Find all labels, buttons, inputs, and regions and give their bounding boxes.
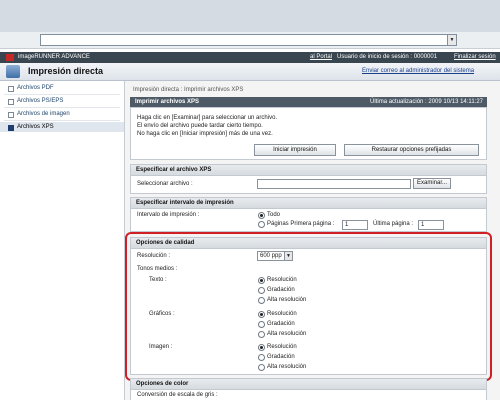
grayscale-conversion-label: Conversión de escala de gris : [137, 392, 218, 398]
first-page-input[interactable]: 1 [342, 220, 368, 230]
login-user-info: Usuario de inicio de sesión : 0000001 [337, 54, 438, 60]
range-section-title: Especificar intervalo de impresión [136, 200, 234, 206]
print-panel-title: Imprimir archivos XPS [135, 99, 200, 105]
instruction-line-3: No haga clic en [Iniciar impresión] más … [137, 131, 273, 137]
divider [4, 120, 120, 121]
file-section-title: Especificar el archivo XPS [136, 167, 212, 173]
direct-print-icon [6, 65, 20, 78]
bullet-icon [8, 99, 14, 105]
sidebar-item-ps-eps[interactable]: Archivos PS/EPS [0, 96, 124, 106]
divider [4, 94, 120, 95]
address-input[interactable] [40, 34, 456, 46]
select-file-label: Seleccionar archivo : [137, 181, 193, 187]
sidebar-item-image[interactable]: Archivos de imagen [0, 109, 124, 119]
bullet-icon [8, 125, 14, 131]
chevron-down-icon: ▼ [449, 37, 455, 43]
sidebar-item-xps[interactable]: Archivos XPS [0, 122, 124, 132]
highlight-frame [125, 232, 492, 381]
browse-button[interactable]: Examinar... [413, 178, 451, 189]
instruction-line-2: El envío del archivo puede tardar cierto… [137, 123, 263, 129]
bullet-icon [8, 112, 14, 118]
canon-logo-icon [6, 54, 14, 61]
sidebar-item-label: Archivos PDF [17, 85, 54, 91]
print-range-label: Intervalo de impresión : [137, 212, 200, 218]
color-section-title: Opciones de color [136, 381, 189, 387]
sidebar-item-pdf[interactable]: Archivos PDF [0, 83, 124, 93]
product-name: imageRUNNER ADVANCE [18, 54, 90, 60]
range-pages-radio[interactable] [258, 221, 265, 228]
print-panel-body: Haga clic en [Examinar] para seleccionar… [130, 107, 487, 160]
sidebar-item-label: Archivos de imagen [17, 111, 70, 117]
print-panel-header: Imprimir archivos XPS Última actualizaci… [130, 97, 487, 107]
sidebar: Archivos PDF Archivos PS/EPS Archivos de… [0, 81, 125, 400]
page-title: Impresión directa [28, 66, 104, 76]
breadcrumb: Impresión directa : Imprimir archivos XP… [133, 87, 244, 93]
range-section-body: Intervalo de impresión : Todo Páginas Pr… [130, 208, 487, 232]
logout-link[interactable]: Finalizar sesión [454, 53, 496, 62]
browser-titlebar [0, 0, 500, 32]
email-admin-link[interactable]: Enviar correo al administrador del siste… [362, 67, 474, 76]
last-page-input[interactable]: 1 [418, 220, 444, 230]
start-print-button[interactable]: Iniciar impresión [254, 144, 336, 156]
last-page-label: Última página : [373, 221, 414, 227]
restore-defaults-button[interactable]: Restaurar opciones prefijadas [344, 144, 479, 156]
color-section-body: Conversión de escala de gris : [130, 389, 487, 400]
bullet-icon [8, 86, 14, 92]
sidebar-item-label: Archivos PS/EPS [17, 98, 64, 104]
range-all-label: Todo [267, 212, 281, 218]
address-dropdown-button[interactable]: ▼ [447, 34, 457, 46]
portal-link[interactable]: al Portal [310, 53, 332, 62]
last-updated: Última actualización : 2009 10/13 14:11:… [370, 99, 483, 105]
sidebar-item-label: Archivos XPS [17, 124, 54, 130]
divider [4, 107, 120, 108]
range-pages-label: Páginas Primera página : [267, 221, 335, 227]
file-path-input[interactable] [257, 179, 411, 189]
range-all-radio[interactable] [258, 212, 265, 219]
file-section-body: Seleccionar archivo : Examinar... [130, 175, 487, 194]
instruction-line-1: Haga clic en [Examinar] para seleccionar… [137, 115, 278, 121]
